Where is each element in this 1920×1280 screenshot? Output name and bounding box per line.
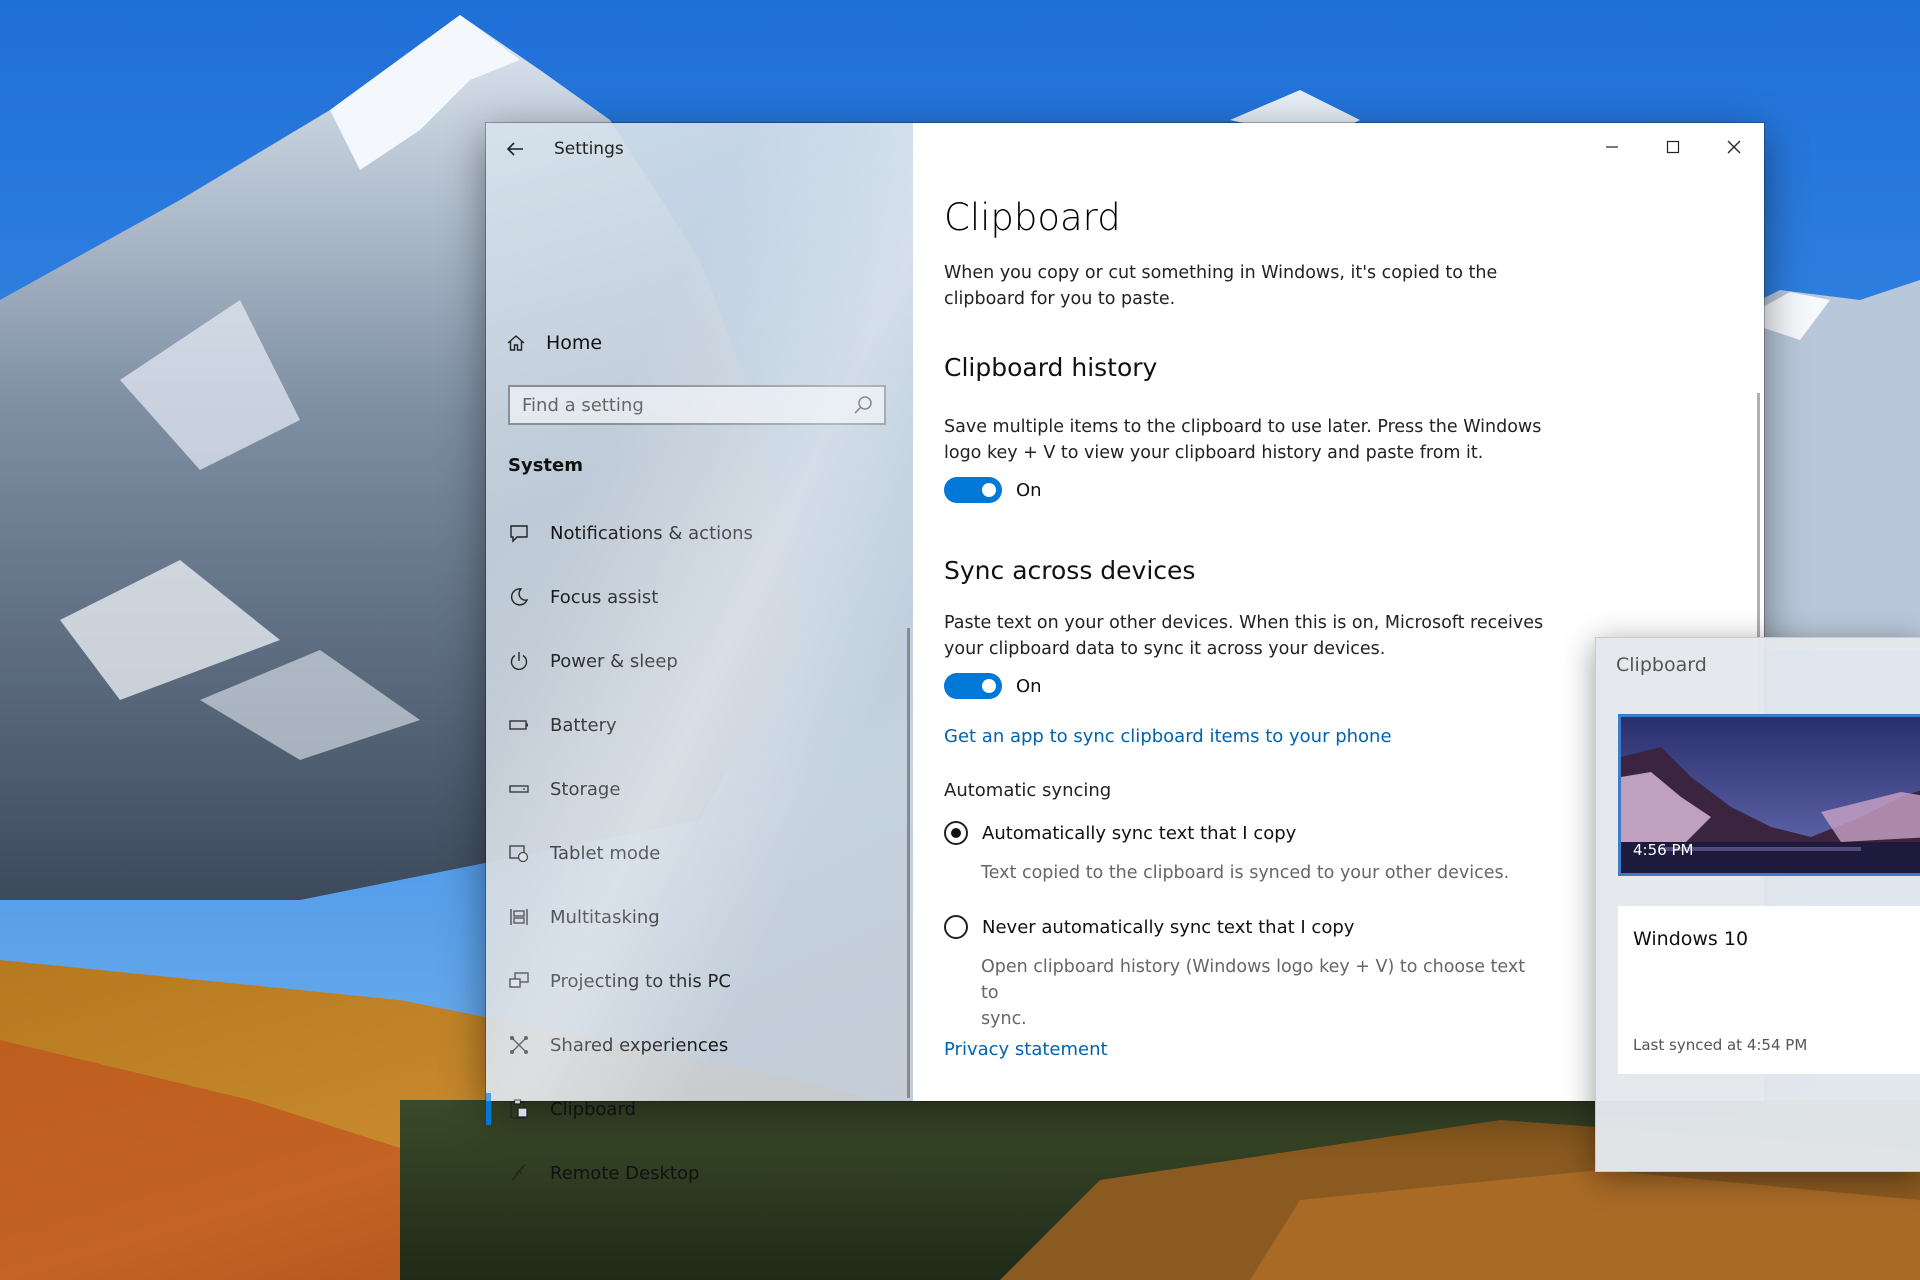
- sidebar-item-label: Clipboard: [550, 1098, 636, 1120]
- never-sync-desc-line-1: Open clipboard history (Windows logo key…: [981, 957, 1526, 1003]
- clipboard-icon: [510, 1099, 528, 1119]
- clipboard-history-description: Save multiple items to the clipboard to …: [944, 414, 1544, 466]
- sidebar-item-label: Shared experiences: [550, 1034, 729, 1056]
- sync-app-link[interactable]: Get an app to sync clipboard items to yo…: [944, 726, 1392, 747]
- sidebar-item-focus-assist[interactable]: Focus assist: [486, 565, 913, 629]
- power-icon: [510, 652, 528, 670]
- remote-desktop-icon: [511, 1164, 526, 1181]
- clipboard-text-content: Windows 10: [1633, 928, 1749, 950]
- battery-icon: [509, 720, 528, 730]
- sync-desc-line-1: Paste text on your other devices. When t…: [944, 613, 1544, 633]
- sync-heading: Sync across devices: [944, 556, 1196, 585]
- minimize-icon: [1605, 146, 1618, 148]
- notifications-icon: [510, 525, 528, 543]
- radio-auto-sync-description: Text copied to the clipboard is synced t…: [981, 863, 1510, 883]
- clipboard-history-heading: Clipboard history: [944, 353, 1158, 382]
- shared-icon: [510, 1036, 528, 1054]
- radio-button-checked[interactable]: [944, 821, 968, 845]
- never-sync-desc-line-2: sync.: [981, 1009, 1027, 1029]
- sidebar-item-multitasking[interactable]: Multitasking: [486, 885, 913, 949]
- sidebar-item-shared-experiences[interactable]: Shared experiences: [486, 1013, 913, 1077]
- maximize-icon: [1666, 140, 1679, 154]
- toggle-knob: [982, 483, 996, 497]
- radio-never-sync-description: Open clipboard history (Windows logo key…: [981, 954, 1541, 1032]
- tablet-icon: [509, 845, 529, 863]
- sync-toggle-state: On: [1016, 675, 1042, 697]
- sidebar-item-label: Projecting to this PC: [550, 970, 731, 992]
- sidebar-item-label: Multitasking: [550, 906, 660, 928]
- minimize-button[interactable]: [1581, 123, 1642, 171]
- search-icon: [854, 396, 872, 414]
- sync-toggle-row: On: [944, 673, 1042, 699]
- clipboard-history-toggle[interactable]: [944, 477, 1002, 503]
- sync-desc-line-2: your clipboard data to sync it across yo…: [944, 639, 1386, 659]
- sidebar-item-label: Remote Desktop: [550, 1162, 700, 1184]
- sidebar-item-power-sleep[interactable]: Power & sleep: [486, 629, 913, 693]
- title-bar: Settings: [486, 123, 913, 175]
- settings-window: Settings Home System Notifications & act…: [486, 123, 1764, 1184]
- sidebar-item-label: Focus assist: [550, 586, 659, 608]
- nav-list: Notifications & actions Focus assist Pow…: [486, 501, 913, 1205]
- page-title: Clipboard: [944, 196, 1121, 239]
- radio-auto-sync-label: Automatically sync text that I copy: [982, 822, 1297, 844]
- window-title: Settings: [554, 139, 624, 159]
- sidebar-item-remote-desktop[interactable]: Remote Desktop: [486, 1141, 913, 1205]
- arrow-left-icon: [506, 142, 523, 156]
- toggle-knob: [982, 679, 996, 693]
- radio-auto-sync[interactable]: Automatically sync text that I copy: [944, 821, 1296, 845]
- moon-icon: [510, 588, 529, 606]
- sync-toggle[interactable]: [944, 673, 1002, 699]
- storage-icon: [509, 785, 529, 793]
- search-box[interactable]: [508, 385, 886, 425]
- sidebar-item-tablet-mode[interactable]: Tablet mode: [486, 821, 913, 885]
- radio-never-sync-label: Never automatically sync text that I cop…: [982, 916, 1355, 938]
- sidebar-item-battery[interactable]: Battery: [486, 693, 913, 757]
- back-button[interactable]: [486, 123, 544, 175]
- nav-scrollbar[interactable]: [907, 628, 910, 1098]
- nav-home[interactable]: Home: [506, 323, 602, 363]
- sidebar-item-clipboard[interactable]: Clipboard: [486, 1077, 913, 1141]
- sidebar-item-projecting[interactable]: Projecting to this PC: [486, 949, 913, 1013]
- sidebar-item-label: Power & sleep: [550, 650, 678, 672]
- projecting-icon: [509, 972, 529, 988]
- sidebar-item-storage[interactable]: Storage: [486, 757, 913, 821]
- clipboard-image-time: 4:56 PM: [1633, 841, 1694, 859]
- privacy-statement-link[interactable]: Privacy statement: [944, 1039, 1108, 1060]
- sidebar-item-label: Storage: [550, 778, 621, 800]
- sidebar-item-label: Battery: [550, 714, 617, 736]
- search-input[interactable]: [510, 386, 852, 424]
- close-icon: [1727, 140, 1740, 154]
- radio-button-unchecked[interactable]: [944, 915, 968, 939]
- history-desc-line-2: logo key + V to view your clipboard hist…: [944, 443, 1484, 463]
- clipboard-text-synced-time: Last synced at 4:54 PM: [1633, 1036, 1808, 1054]
- close-button[interactable]: [1703, 123, 1764, 171]
- intro-line-1: When you copy or cut something in Window…: [944, 263, 1498, 283]
- radio-never-sync[interactable]: Never automatically sync text that I cop…: [944, 915, 1354, 939]
- clipboard-history-toggle-row: On: [944, 477, 1042, 503]
- caption-buttons: [1581, 123, 1764, 171]
- section-label: System: [508, 455, 583, 476]
- navigation-pane: Settings Home System Notifications & act…: [486, 123, 913, 1184]
- home-icon: [507, 335, 525, 351]
- maximize-button[interactable]: [1642, 123, 1703, 171]
- flyout-title: Clipboard: [1616, 654, 1707, 676]
- multitasking-icon: [510, 909, 528, 925]
- sidebar-item-label: Tablet mode: [550, 842, 661, 864]
- sidebar-item-notifications[interactable]: Notifications & actions: [486, 501, 913, 565]
- automatic-syncing-label: Automatic syncing: [944, 780, 1112, 801]
- history-desc-line-1: Save multiple items to the clipboard to …: [944, 417, 1542, 437]
- clipboard-text-item[interactable]: Windows 10 Last synced at 4:54 PM: [1618, 906, 1920, 1074]
- sidebar-item-label: Notifications & actions: [550, 522, 753, 544]
- clipboard-history-flyout: Clipboard 4:56 PM Windows 10 Last synced…: [1595, 637, 1920, 1172]
- intro-text: When you copy or cut something in Window…: [944, 260, 1544, 312]
- clipboard-history-toggle-state: On: [1016, 479, 1042, 501]
- nav-home-label: Home: [546, 332, 603, 354]
- sync-description: Paste text on your other devices. When t…: [944, 610, 1544, 662]
- clipboard-image-item[interactable]: 4:56 PM: [1618, 714, 1920, 876]
- intro-line-2: clipboard for you to paste.: [944, 289, 1176, 309]
